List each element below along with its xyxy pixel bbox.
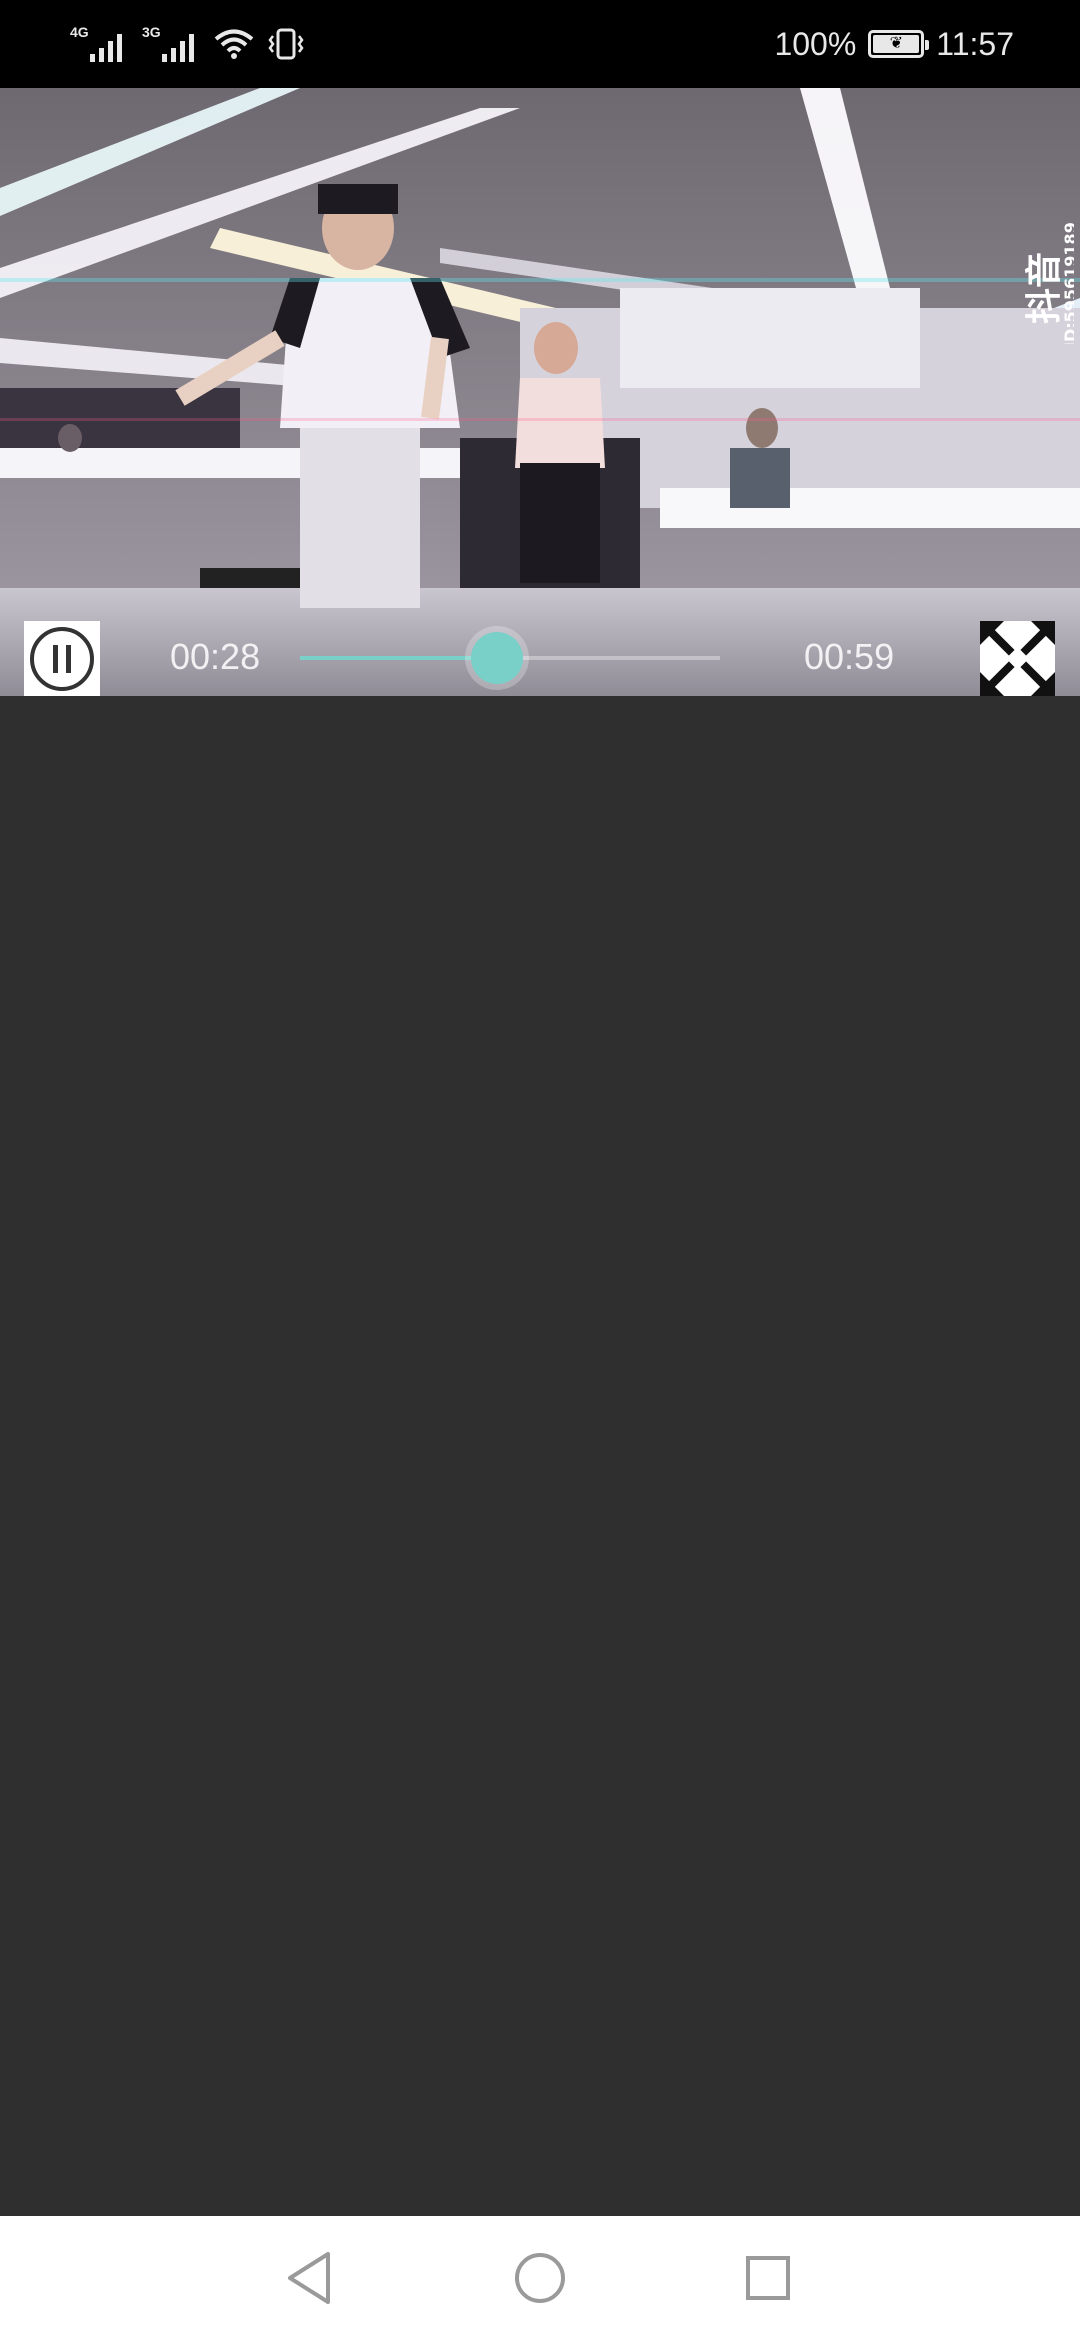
home-icon <box>515 2253 565 2303</box>
content-area <box>0 696 1080 2216</box>
video-controls: 00:28 00:59 <box>0 618 1080 696</box>
navigation-bar <box>0 2216 1080 2340</box>
clock: 11:57 <box>936 25 1014 62</box>
fullscreen-button[interactable] <box>980 621 1055 696</box>
fullscreen-icon <box>980 621 1055 696</box>
recents-button[interactable] <box>736 2246 800 2310</box>
status-bar-left: 4G 3G <box>70 22 304 66</box>
video-player[interactable]: 抖音 ID:595619189 00:28 00:59 <box>0 88 1080 696</box>
seek-thumb[interactable] <box>465 626 530 690</box>
signal-4g-icon: 4G <box>70 24 128 62</box>
pause-button[interactable] <box>24 621 100 696</box>
watermark: 抖音 ID:595619189 <box>1014 184 1080 348</box>
signal-3g-icon: 3G <box>142 24 200 62</box>
status-bar-right: 100% ❦ 11:57 <box>774 22 1014 66</box>
current-time: 00:28 <box>170 636 261 677</box>
back-icon <box>288 2252 330 2304</box>
wifi-icon <box>214 29 254 59</box>
pause-icon <box>30 626 94 691</box>
vibrate-icon <box>268 28 304 60</box>
seek-bar[interactable] <box>300 626 720 690</box>
back-button[interactable] <box>278 2246 342 2310</box>
home-button[interactable] <box>508 2246 572 2310</box>
video-frame[interactable] <box>0 88 1080 696</box>
total-time: 00:59 <box>804 636 895 677</box>
watermark-app: 抖音 <box>1024 252 1065 324</box>
battery-percent: 100% <box>774 25 857 62</box>
watermark-id: ID:595619189 <box>1061 222 1074 344</box>
battery-icon: ❦ <box>868 30 930 58</box>
status-bar: 4G 3G 100% ❦ 11:57 <box>0 0 1080 88</box>
recents-icon <box>746 2256 790 2300</box>
